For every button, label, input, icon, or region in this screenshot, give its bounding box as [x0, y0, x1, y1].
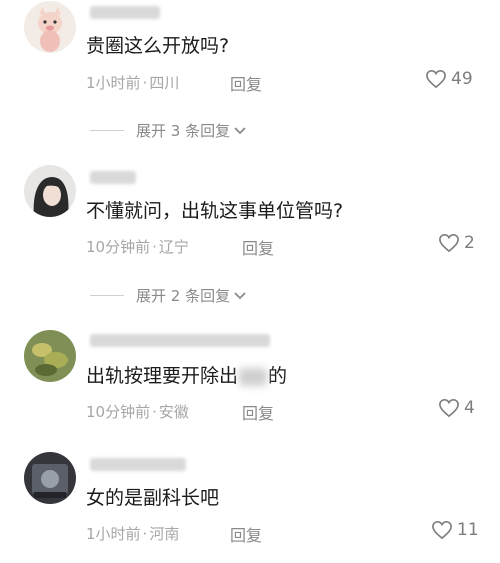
- expand-label: 展开 2 条回复: [136, 287, 231, 305]
- username-blurred[interactable]: [90, 458, 186, 471]
- expand-replies-link[interactable]: 展开 3 条回复: [90, 120, 247, 141]
- meta-separator: ·: [142, 74, 148, 92]
- divider-line: [90, 295, 124, 296]
- like-count: 49: [451, 69, 473, 89]
- divider-line: [90, 130, 124, 131]
- meta-separator: ·: [152, 238, 157, 256]
- reply-button[interactable]: 回复: [242, 235, 274, 259]
- reply-button[interactable]: 回复: [242, 400, 274, 424]
- avatar[interactable]: [24, 452, 76, 504]
- comment-text: 不懂就问，出轨这事单位管吗?: [86, 200, 344, 222]
- heart-outline-icon: [426, 69, 446, 89]
- avatar-photo-image: [24, 165, 76, 217]
- heart-outline-icon: [439, 233, 459, 253]
- meta-separator: ·: [142, 525, 148, 543]
- username-blurred[interactable]: [90, 171, 136, 184]
- avatar[interactable]: [24, 330, 76, 382]
- comment-location: 安徽: [158, 403, 189, 421]
- comment-text-part: 的: [268, 365, 288, 387]
- comment-text-part: 出轨按理要开除出: [86, 365, 239, 387]
- like-button[interactable]: 4: [438, 398, 475, 418]
- avatar-photo-image: [24, 452, 76, 504]
- username-blurred[interactable]: [90, 334, 270, 347]
- comment-location: 河南: [149, 525, 180, 543]
- comment-meta: 1小时前 · 河南: [86, 523, 179, 544]
- comment-time: 10分钟前: [86, 403, 151, 421]
- comment-time: 1小时前: [86, 525, 141, 543]
- meta-separator: ·: [152, 403, 157, 421]
- comment-meta: 10分钟前 · 安徽: [86, 401, 189, 422]
- username-blurred[interactable]: [90, 6, 160, 19]
- avatar-cartoon-image: [24, 1, 76, 53]
- comment-meta: 10分钟前 · 辽宁: [86, 236, 189, 257]
- heart-outline-icon: [432, 520, 452, 540]
- comment-time: 1小时前: [86, 74, 141, 92]
- avatar[interactable]: [24, 165, 76, 217]
- like-button[interactable]: 2: [438, 233, 475, 253]
- avatar-plant-image: [24, 330, 76, 382]
- like-button[interactable]: 11: [431, 520, 479, 540]
- like-count: 11: [457, 520, 479, 540]
- reply-button[interactable]: 回复: [230, 71, 262, 95]
- chevron-down-icon: [234, 126, 246, 134]
- comment-text: 女的是副科长吧: [86, 487, 220, 509]
- like-button[interactable]: 49: [425, 69, 473, 89]
- censored-text-blur: [239, 367, 268, 386]
- chevron-down-icon: [234, 291, 246, 299]
- comment-text: 贵圈这么开放吗?: [86, 35, 230, 57]
- like-count: 2: [464, 233, 475, 253]
- expand-label: 展开 3 条回复: [136, 122, 231, 140]
- heart-outline-icon: [439, 398, 459, 418]
- avatar[interactable]: [24, 1, 76, 53]
- comment-time: 10分钟前: [86, 238, 151, 256]
- like-count: 4: [464, 398, 475, 418]
- comment-text: 出轨按理要开除出 的: [86, 364, 287, 388]
- comment-location: 四川: [149, 74, 180, 92]
- reply-button[interactable]: 回复: [230, 522, 262, 546]
- comment-location: 辽宁: [158, 238, 189, 256]
- comment-meta: 1小时前 · 四川: [86, 72, 179, 93]
- expand-replies-link[interactable]: 展开 2 条回复: [90, 285, 247, 306]
